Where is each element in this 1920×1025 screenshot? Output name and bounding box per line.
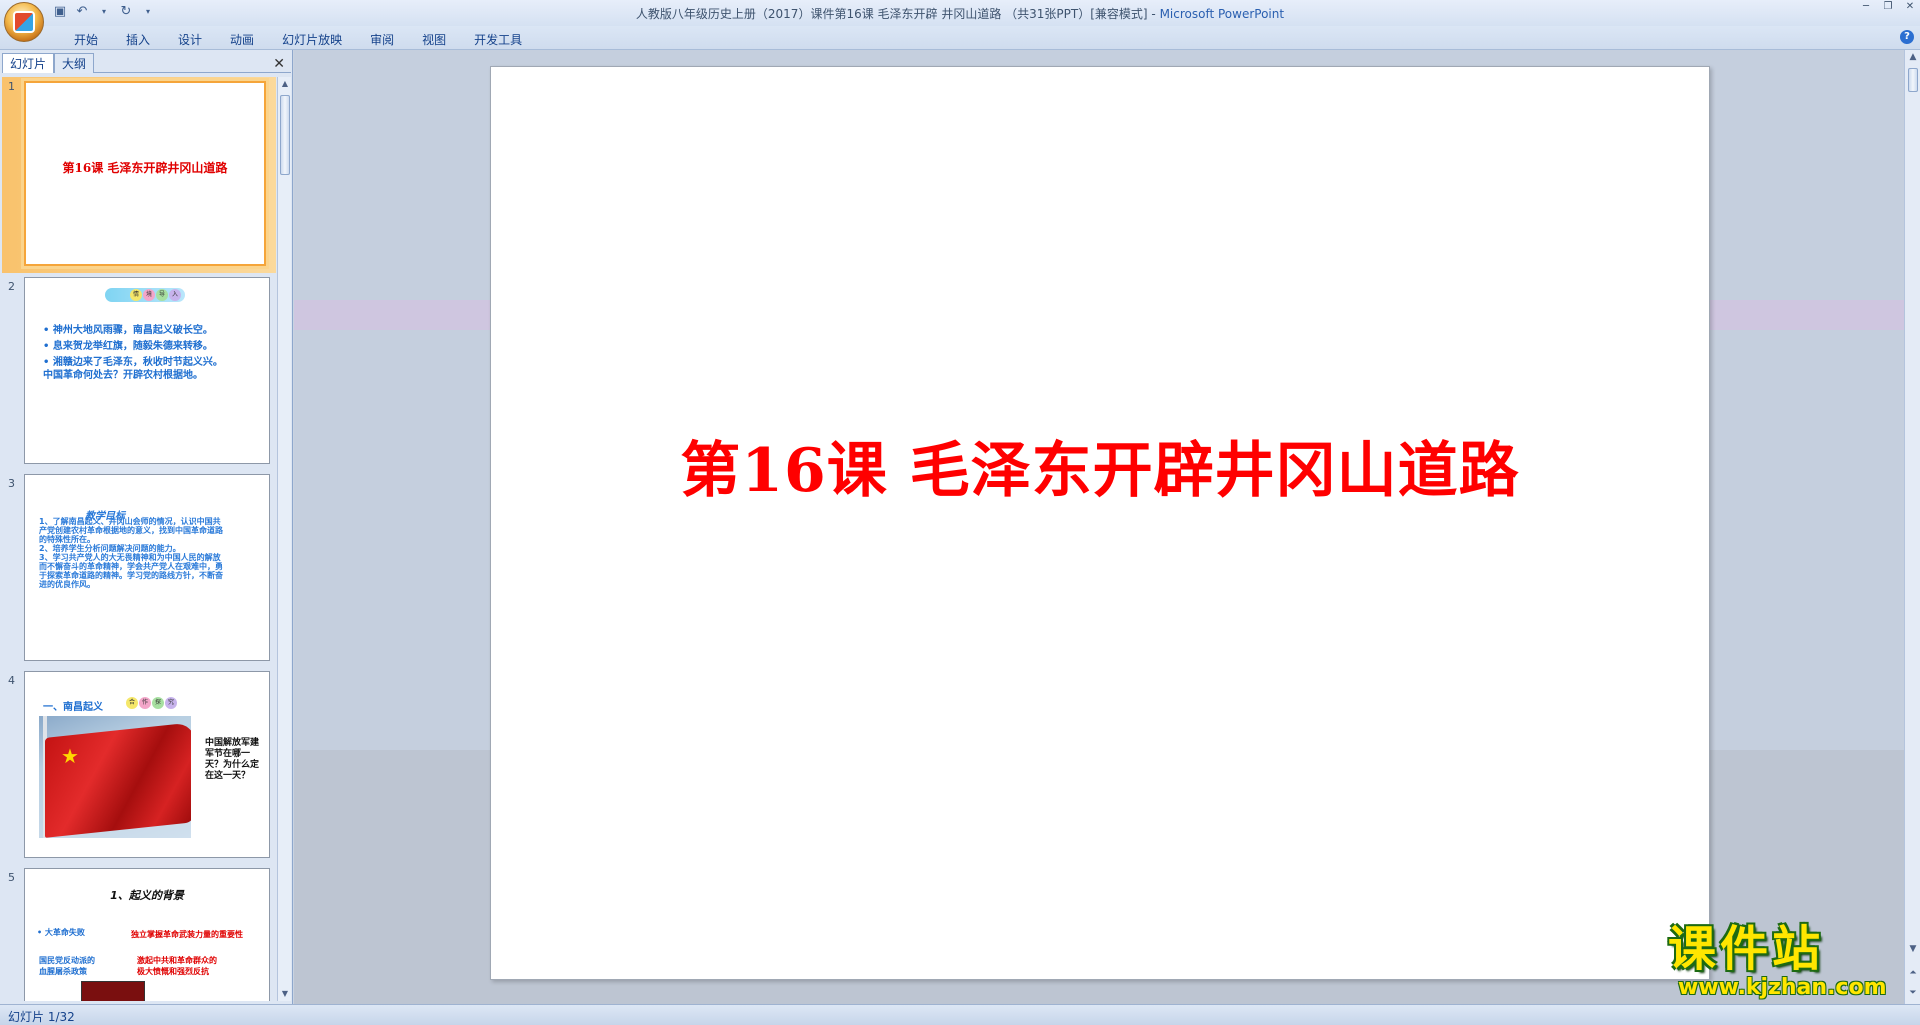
slide-thumbnail-1[interactable]: 1 第16课 毛泽东开辟井冈山道路 [2, 77, 276, 273]
slide-title[interactable]: 第16课 毛泽东开辟井冈山道路 [491, 422, 1709, 509]
current-slide[interactable]: 第16课 毛泽东开辟井冈山道路 [490, 66, 1710, 980]
thumbnail-body: 1、了解南昌起义、井冈山会师的情况，认识中国共产党创建农村革命根据地的意义，找到… [39, 517, 223, 589]
slide-number: 4 [8, 674, 15, 687]
scroll-down-icon[interactable]: ▼ [278, 987, 292, 1001]
panel-tabs: 幻灯片 大纲 ✕ [2, 53, 291, 73]
banner-char: 境 [143, 289, 155, 301]
bullet-item: • 神州大地风雨骤，南昌起义破长空。 [43, 325, 213, 336]
restore-icon[interactable]: ❐ [1882, 2, 1894, 12]
document-title: 人教版八年级历史上册（2017）课件第16课 毛泽东开辟 井冈山道路 （共31张… [635, 7, 1148, 21]
slide-thumbnail-2[interactable]: 2 情境导入 • 神州大地风雨骤，南昌起义破长空。 • 息来贺龙举红旗，随毅朱德… [2, 277, 276, 473]
title-bar: ▣ ↶ ▾ ↻ ▾ 人教版八年级历史上册（2017）课件第16课 毛泽东开辟 井… [0, 0, 1920, 26]
slide-editor: 第16课 毛泽东开辟井冈山道路 [294, 50, 1904, 1004]
tab-review[interactable]: 审阅 [356, 29, 408, 50]
thumbnail-title: 第16课 毛泽东开辟井冈山道路 [62, 161, 228, 175]
thumbnail-item: 激起中共和革命群众的 极大愤慨和强烈反抗 [137, 956, 217, 976]
bullet-item: • 息来贺龙举红旗，随毅朱德来转移。 [43, 341, 213, 352]
tab-outline[interactable]: 大纲 [54, 53, 95, 73]
flag-cloth [45, 722, 191, 838]
close-icon[interactable]: ✕ [1904, 2, 1916, 12]
slides-panel: 幻灯片 大纲 ✕ 1 第16课 毛泽东开辟井冈山道路 2 情境导入 • 神州大地… [0, 50, 293, 1004]
thumbnail-item: 独立掌握革命武装力量的重要性 [131, 930, 243, 939]
thumbnail-question: 中国解放军建军节在哪一天？为什么定在这一天？ [205, 738, 260, 781]
editor-scrollbar[interactable]: ▲ ▼ ⏶ ⏷ [1904, 50, 1920, 1004]
thumbnail-title: 1、起义的背景 [110, 889, 184, 902]
tab-slides[interactable]: 幻灯片 [2, 53, 55, 73]
banner-char: 导 [156, 289, 168, 301]
thumbnail-canvas: 情境导入 • 神州大地风雨骤，南昌起义破长空。 • 息来贺龙举红旗，随毅朱德来转… [24, 277, 270, 464]
banner-char: 究 [165, 697, 177, 709]
scroll-up-icon[interactable]: ▲ [278, 77, 292, 91]
banner-char: 合 [126, 697, 138, 709]
tab-home[interactable]: 开始 [60, 29, 112, 50]
thumbnail-scrollbar[interactable]: ▲ ▼ [277, 77, 291, 1001]
slide-thumbnail-4[interactable]: 4 一、南昌起义 合作探究 ★ 中国解放军建军节在哪一天？为什么定在这一天？ [2, 671, 276, 867]
help-icon[interactable]: ? [1900, 30, 1914, 44]
tab-slideshow[interactable]: 幻灯片放映 [268, 29, 356, 50]
powerpoint-window: ▣ ↶ ▾ ↻ ▾ 人教版八年级历史上册（2017）课件第16课 毛泽东开辟 井… [0, 0, 1920, 1025]
window-controls: ─ ❐ ✕ [1860, 2, 1916, 12]
slide-number: 5 [8, 871, 15, 884]
title-separator: - [1147, 7, 1160, 21]
scroll-up-icon[interactable]: ▲ [1906, 50, 1920, 64]
slide-thumbnail-5[interactable]: 5 1、起义的背景 • 大革命失败 独立掌握革命武装力量的重要性 国民党反动派的… [2, 868, 276, 1001]
watermark-logo: 课件站 www.kjzhan.com [1668, 922, 1908, 1002]
slide-number: 3 [8, 477, 15, 490]
watermark-brand: 课件站 [1668, 921, 1825, 977]
previous-slide-icon[interactable]: ⏶ [1906, 966, 1920, 980]
slide-number: 2 [8, 280, 15, 293]
window-title: 人教版八年级历史上册（2017）课件第16课 毛泽东开辟 井冈山道路 （共31张… [0, 5, 1920, 22]
watermark-url: www.kjzhan.com [1678, 975, 1887, 1000]
bullet-text: 神州大地风雨骤，南昌起义破长空。 [52, 325, 213, 336]
red-flag-image: ★ [39, 716, 191, 838]
thumbnail-canvas: 一、南昌起义 合作探究 ★ 中国解放军建军节在哪一天？为什么定在这一天？ [24, 671, 270, 858]
scroll-down-icon[interactable]: ▼ [1906, 942, 1920, 956]
star-icon: ★ [61, 744, 79, 768]
banner-char: 作 [139, 697, 151, 709]
tab-animations[interactable]: 动画 [216, 29, 268, 50]
bullet-text: 湘赣边来了毛泽东，秋收时节起义兴。 中国革命何处去？开辟农村根据地。 [43, 357, 223, 381]
thumbnail-canvas: 1、起义的背景 • 大革命失败 独立掌握革命武装力量的重要性 国民党反动派的 血… [24, 868, 270, 1001]
minimize-icon[interactable]: ─ [1860, 2, 1872, 12]
status-bar: 幻灯片 1/32 [0, 1004, 1920, 1025]
next-slide-icon[interactable]: ⏷ [1906, 986, 1920, 1000]
close-icon[interactable]: ✕ [273, 57, 285, 71]
section-banner: 情境导入 [105, 288, 185, 302]
thumbnail-heading: 一、南昌起义 [43, 702, 103, 713]
app-name: Microsoft PowerPoint [1159, 7, 1285, 21]
bullet-item: • 湘赣边来了毛泽东，秋收时节起义兴。 中国革命何处去？开辟农村根据地。 [43, 357, 223, 381]
thumbnail-canvas: 教学目标 1、了解南昌起义、井冈山会师的情况，认识中国共产党创建农村革命根据地的… [24, 474, 270, 661]
thumbnail-item: 国民党反动派的 血腥屠杀政策 [39, 956, 95, 976]
banner-char: 情 [130, 289, 142, 301]
tab-view[interactable]: 视图 [408, 29, 460, 50]
slide-number: 1 [8, 80, 15, 93]
section-banner: 合作探究 [121, 696, 181, 710]
bullet-text: 息来贺龙举红旗，随毅朱德来转移。 [52, 341, 213, 352]
slide-indicator: 幻灯片 1/32 [8, 1010, 75, 1024]
banner-char: 入 [169, 289, 181, 301]
tab-developer[interactable]: 开发工具 [460, 29, 536, 50]
scrollbar-thumb[interactable] [1908, 68, 1918, 92]
ribbon: 开始 插入 设计 动画 幻灯片放映 审阅 视图 开发工具 ? [0, 26, 1920, 50]
scrollbar-thumb[interactable] [280, 95, 290, 175]
slide-thumbnail-3[interactable]: 3 教学目标 1、了解南昌起义、井冈山会师的情况，认识中国共产党创建农村革命根据… [2, 474, 276, 670]
tab-design[interactable]: 设计 [164, 29, 216, 50]
ribbon-tabs: 开始 插入 设计 动画 幻灯片放映 审阅 视图 开发工具 [60, 29, 536, 50]
thumbnail-canvas: 第16课 毛泽东开辟井冈山道路 [24, 81, 266, 266]
thumbnail-item: • 大革命失败 [37, 928, 85, 937]
slide-thumbnails: 1 第16课 毛泽东开辟井冈山道路 2 情境导入 • 神州大地风雨骤，南昌起义破… [2, 77, 276, 1001]
banner-char: 探 [152, 697, 164, 709]
office-logo-icon [13, 11, 35, 33]
thumbnail-image [81, 981, 145, 1001]
tab-insert[interactable]: 插入 [112, 29, 164, 50]
office-button[interactable] [4, 2, 44, 42]
